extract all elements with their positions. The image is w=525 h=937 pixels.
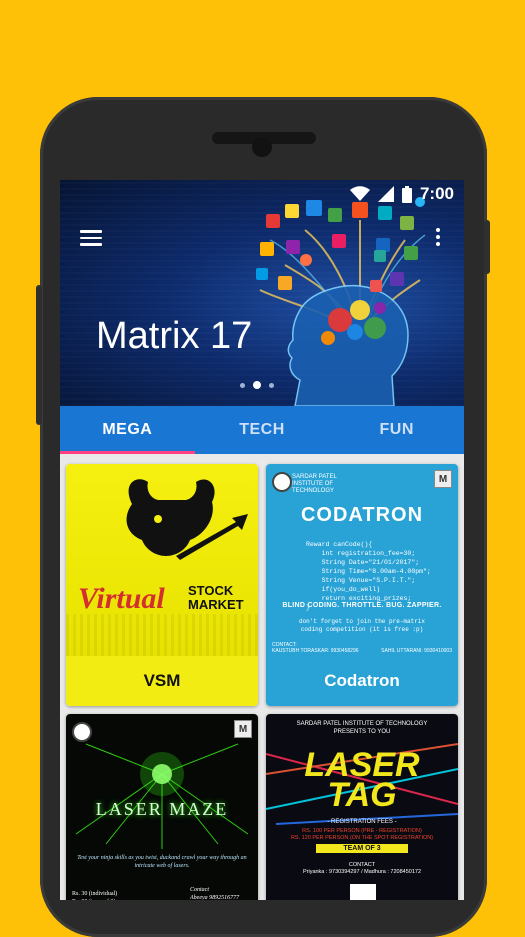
poster-brand-line: MARKET — [188, 597, 244, 612]
poster-fee-line: RS. 100 PER PERSON (PRE - REGISTRATION) — [302, 828, 422, 834]
brain-network-illustration — [256, 197, 426, 406]
matrix-logo-icon: M — [234, 720, 252, 738]
poster-contact-left: CONTACT: KAUSTUBH TORASKAR: 9930458296 — [272, 642, 359, 654]
poster-contact-right: SAHIL UTTARANI: 9930410003 — [381, 648, 452, 654]
more-vert-icon[interactable] — [436, 228, 442, 250]
matrix-logo-icon — [350, 884, 376, 900]
event-card-title: VSM — [66, 656, 258, 706]
poster-brand: Virtual — [78, 582, 165, 615]
event-poster-laser-tag: SARDAR PATEL INSTITUTE OF TECHNOLOGY PRE… — [266, 714, 458, 900]
poster-price: Rs. 30 (individual) Rs. 80 (team of 3) — [72, 891, 118, 900]
poster-team-badge: TEAM OF 3 — [316, 844, 408, 853]
tab-fun[interactable]: FUN — [329, 406, 464, 454]
poster-fees: RS. 100 PER PERSON (PRE - REGISTRATION) … — [266, 828, 458, 842]
app-screen: 7:00 Matrix 17 MEGA TECH FUN Virtual STO… — [60, 180, 464, 900]
head-silhouette — [287, 284, 409, 406]
poster-title: LASER MAZE — [95, 799, 229, 819]
poster-brand-sub: STOCK MARKET — [188, 584, 244, 612]
page-title: Matrix 17 — [96, 315, 253, 357]
tab-tech[interactable]: TECH — [195, 406, 330, 454]
poster-note: don't forget to join the pre-matrix codi… — [298, 618, 426, 633]
carousel-dot[interactable] — [240, 382, 245, 388]
poster-description: Test your ninja skills as you twist, duc… — [77, 855, 247, 869]
status-bar: 7:00 — [60, 180, 464, 206]
poster-fee-line: RS. 120 PER PERSON (ON THE SPOT REGISTRA… — [290, 835, 434, 841]
volume-button — [36, 285, 42, 425]
event-poster-laser-maze: M LASER MAZE Test your ninja skills as y… — [66, 714, 258, 900]
event-poster-codatron: SARDAR PATEL INSTITUTE OF TECHNOLOGY M C… — [266, 464, 458, 658]
poster-brand-line: STOCK — [188, 583, 234, 598]
college-seal-icon — [72, 722, 92, 742]
poster-texture — [66, 614, 258, 658]
power-button — [484, 220, 490, 274]
status-time: 7:00 — [419, 184, 454, 203]
signal-icon — [377, 186, 394, 202]
tab-mega[interactable]: MEGA — [60, 406, 195, 454]
poster-contact: Contact Abeeya 9892516777 Siddhika 98336… — [190, 887, 240, 900]
poster-org: SARDAR PATEL INSTITUTE OF TECHNOLOGY — [292, 474, 337, 494]
poster-contact: CONTACT: KAUSTUBH TORASKAR: 9930458296 S… — [272, 642, 452, 654]
event-card-codatron[interactable]: SARDAR PATEL INSTITUTE OF TECHNOLOGY M C… — [266, 464, 458, 706]
poster-fees-title: - REGISTRATION FEES - — [327, 819, 397, 825]
poster-title: CODATRON — [300, 504, 424, 526]
battery-icon — [401, 185, 412, 203]
poster-title-line: TAG — [327, 776, 397, 814]
carousel-dot[interactable] — [269, 382, 274, 388]
event-card-title: Codatron — [266, 656, 458, 706]
front-camera — [252, 137, 272, 157]
header-banner: 7:00 Matrix 17 — [60, 180, 464, 406]
event-grid: Virtual STOCK MARKET VSM SARDAR PATEL IN… — [60, 454, 464, 900]
event-poster-vsm: Virtual STOCK MARKET — [66, 464, 258, 658]
poster-tagline: BLIND CODING. THROTTLE. BUG. ZAPPIER. — [282, 602, 442, 609]
carousel-dot-active[interactable] — [253, 381, 261, 389]
event-card-laser-maze[interactable]: M LASER MAZE Test your ninja skills as y… — [66, 714, 258, 900]
event-card-vsm[interactable]: Virtual STOCK MARKET VSM — [66, 464, 258, 706]
poster-contact: CONTACT Priyanka : 9730394297 / Madhura … — [302, 862, 422, 875]
tab-bar: MEGA TECH FUN — [60, 406, 464, 454]
poster-title: LASER TAG — [266, 748, 458, 814]
event-card-laser-tag[interactable]: SARDAR PATEL INSTITUTE OF TECHNOLOGY PRE… — [266, 714, 458, 900]
carousel-indicator — [240, 381, 274, 389]
hamburger-menu-icon[interactable] — [80, 230, 102, 246]
wifi-icon — [349, 186, 370, 201]
college-seal-icon — [272, 472, 292, 492]
matrix-logo-icon: M — [434, 470, 452, 488]
poster-presenter: SARDAR PATEL INSTITUTE OF TECHNOLOGY PRE… — [296, 721, 428, 735]
bull-logo-icon — [126, 479, 248, 560]
